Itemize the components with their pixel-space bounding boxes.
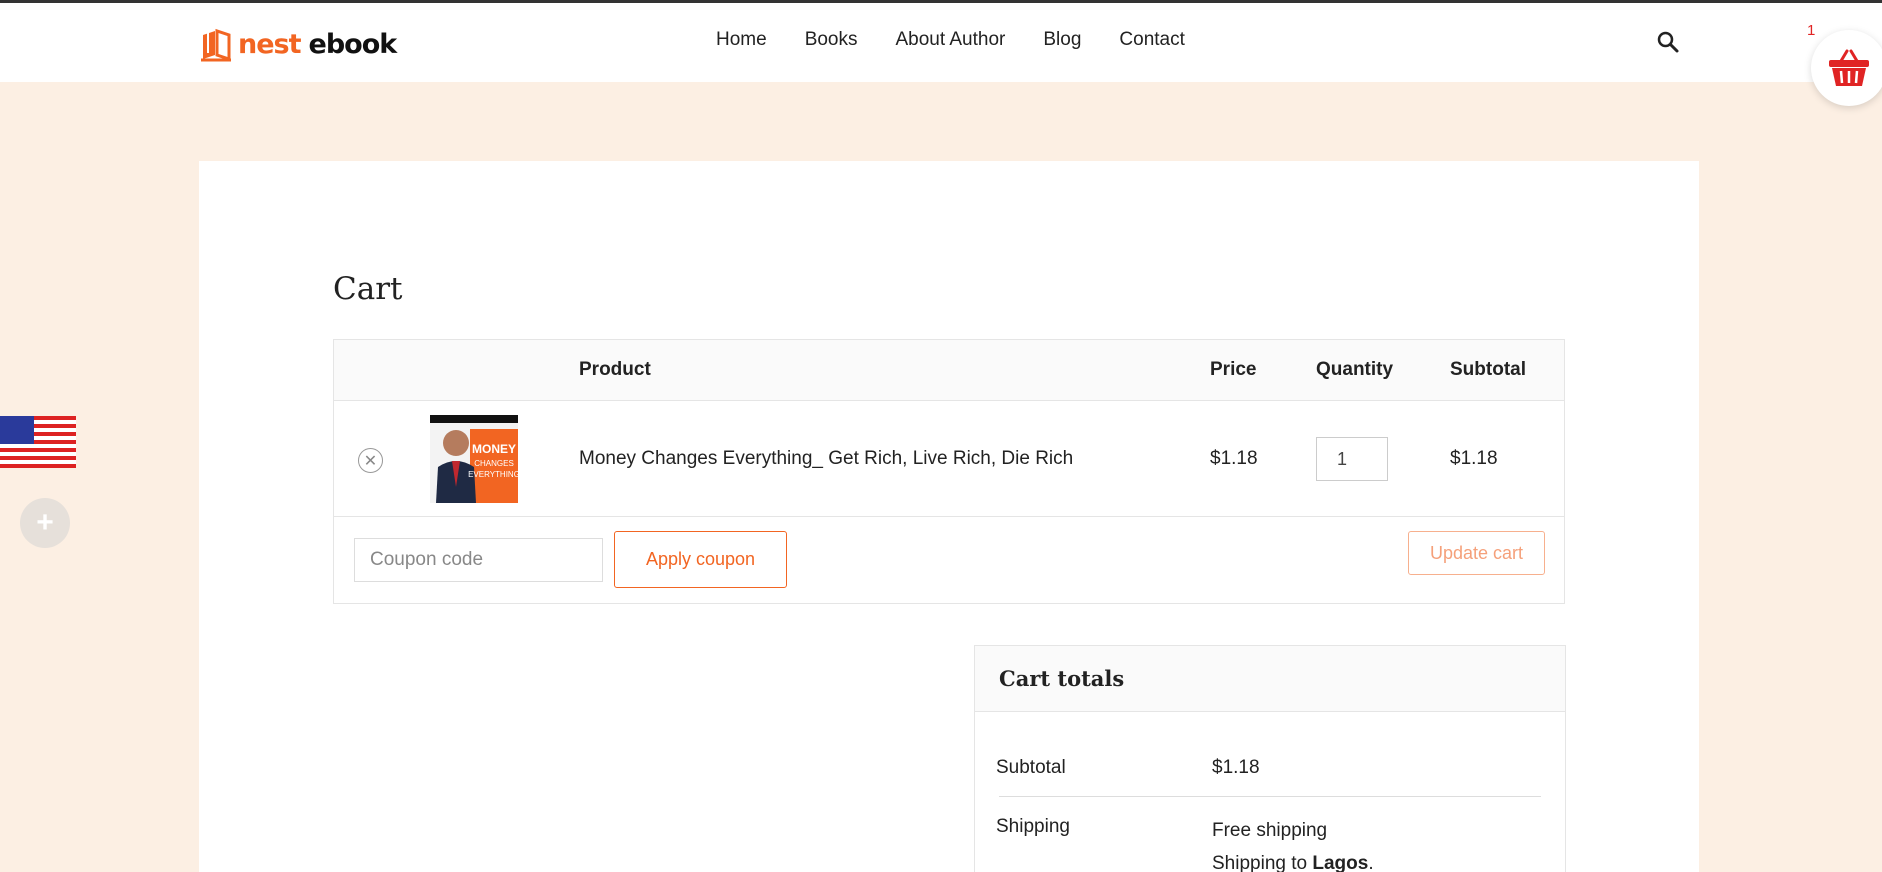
basket-icon [1829, 49, 1869, 86]
book-logo-icon [201, 28, 231, 62]
book-cover-image: MONEY CHANGES EVERYTHING [430, 415, 518, 503]
col-product: Product [579, 359, 651, 380]
logo-text-nest: nest [238, 28, 302, 60]
nav-books[interactable]: Books [805, 29, 858, 51]
col-quantity: Quantity [1316, 359, 1394, 380]
nav-about-author[interactable]: About Author [896, 29, 1006, 51]
plus-icon[interactable]: + [20, 498, 70, 548]
site-logo[interactable]: nest ebook [199, 24, 398, 64]
logo-text-ebook: ebook [308, 28, 398, 60]
shipping-label: Shipping [996, 816, 1070, 837]
totals-divider [999, 796, 1541, 797]
product-price: $1.18 [1210, 448, 1258, 469]
shipping-destination: Shipping to Lagos. [1212, 853, 1374, 872]
cart-table: Product Price Quantity Subtotal ✕ MONEY … [333, 339, 1565, 604]
close-circle-icon[interactable]: ✕ [358, 448, 383, 473]
apply-coupon-button[interactable]: Apply coupon [614, 531, 787, 588]
product-subtotal: $1.18 [1450, 448, 1498, 469]
shipping-to-prefix: Shipping to [1212, 853, 1313, 872]
nav-home[interactable]: Home [716, 29, 767, 51]
product-name-link[interactable]: Money Changes Everything_ Get Rich, Live… [579, 448, 1073, 470]
main-nav: Home Books About Author Blog Contact [716, 29, 1185, 51]
col-subtotal: Subtotal [1450, 359, 1526, 380]
svg-text:EVERYTHING: EVERYTHING [468, 470, 518, 479]
col-price: Price [1210, 359, 1257, 380]
us-flag-icon[interactable] [0, 416, 76, 468]
site-header: nest ebook Home Books About Author Blog … [0, 3, 1882, 82]
coupon-input[interactable]: Coupon code [354, 538, 603, 582]
cart-totals-title: Cart totals [999, 666, 1125, 691]
page-title: Cart [333, 271, 403, 307]
nav-contact[interactable]: Contact [1119, 29, 1184, 51]
table-header: Product Price Quantity Subtotal [334, 340, 1564, 401]
svg-text:MONEY: MONEY [472, 442, 516, 456]
shipping-method: Free shipping [1212, 820, 1328, 841]
nav-blog[interactable]: Blog [1043, 29, 1081, 51]
shipping-to-suffix: . [1368, 853, 1374, 872]
update-cart-button[interactable]: Update cart [1408, 531, 1545, 575]
cart-count-badge: 1 [1807, 22, 1816, 39]
svg-text:CHANGES: CHANGES [474, 459, 514, 468]
subtotal-value: $1.18 [1212, 757, 1260, 778]
table-row: ✕ MONEY CHANGES EVERYTHING Money Changes… [334, 401, 1564, 517]
shipping-place: Lagos [1312, 853, 1369, 872]
search-icon[interactable] [1656, 30, 1680, 54]
floating-cart-button[interactable] [1811, 30, 1882, 106]
cart-content: Cart Product Price Quantity Subtotal ✕ M… [199, 161, 1699, 872]
product-thumbnail[interactable]: MONEY CHANGES EVERYTHING [430, 415, 518, 503]
cart-totals: Cart totals Subtotal $1.18 Shipping Free… [974, 645, 1566, 872]
subtotal-label: Subtotal [996, 757, 1066, 778]
quantity-input[interactable]: 1 [1316, 437, 1388, 481]
cart-totals-header: Cart totals [975, 646, 1565, 712]
cart-actions: Coupon code Apply coupon Update cart [334, 517, 1564, 603]
